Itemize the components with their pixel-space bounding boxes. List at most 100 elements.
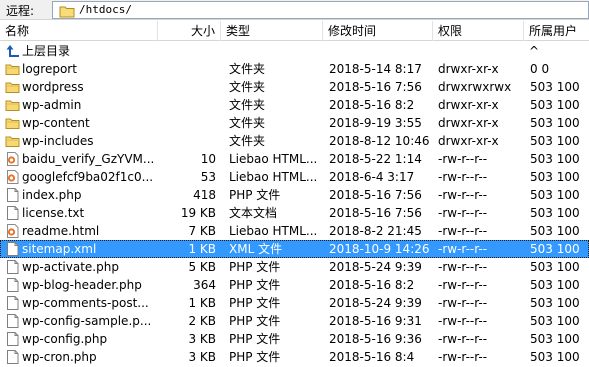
file-modified: 2018-5-14 8:17	[329, 62, 422, 76]
file-modified: 2018-5-16 8:4	[329, 350, 415, 364]
file-name: baidu_verify_GzYVM...	[22, 152, 155, 166]
file-size: 3 KB	[188, 332, 216, 346]
file-row[interactable]: wp-config.php 3 KB PHP 文件 2018-5-16 9:36 -rw…	[0, 330, 589, 348]
file-permissions: -rw-r--r--	[438, 188, 488, 202]
file-row[interactable]: readme.html 7 KB Liebao HTML... 2018-8-2 21…	[0, 222, 589, 240]
file-owner: 503 100	[530, 188, 580, 202]
file-row[interactable]: logreport 文件夹 2018-5-14 8:17 drwxr-xr-x 0 0	[0, 60, 589, 78]
remote-path-input[interactable]: /htdocs/	[52, 1, 589, 19]
file-size	[160, 132, 216, 150]
file-name: license.txt	[22, 206, 85, 220]
file-modified: 2018-5-16 7:56	[329, 80, 422, 94]
file-size: 19 KB	[180, 206, 216, 220]
file-row[interactable]: index.php 418 PHP 文件 2018-5-16 7:56 -rw-r--r…	[0, 186, 589, 204]
file-row[interactable]: wp-activate.php 5 KB PHP 文件 2018-5-24 9:39 -…	[0, 258, 589, 276]
file-size: 7 KB	[188, 224, 216, 238]
file-type: 文件夹	[229, 134, 266, 148]
file-permissions: -rw-r--r--	[438, 350, 488, 364]
file-owner: 503 100	[530, 332, 580, 346]
file-size	[160, 96, 216, 114]
file-row[interactable]: license.txt 19 KB 文本文档 2018-5-16 7:56 -rw-r-…	[0, 204, 589, 222]
file-name: wp-comments-post...	[22, 296, 149, 310]
file-modified: 2018-5-16 9:31	[329, 314, 422, 328]
file-size	[160, 60, 216, 78]
file-row[interactable]: wordpress 文件夹 2018-5-16 7:56 drwxrwxrwx 503 …	[0, 78, 589, 96]
file-permissions: drwxrwxrwx	[438, 80, 512, 94]
file-permissions: drwxr-xr-x	[438, 134, 499, 148]
file-name: wp-cron.php	[22, 350, 97, 364]
file-size: 1 KB	[188, 296, 216, 310]
file-type: XML 文件	[229, 242, 283, 256]
file-modified: 2018-10-9 14:26	[329, 242, 430, 256]
document-icon	[7, 332, 19, 346]
file-owner: 503 100	[530, 224, 580, 238]
file-name: wp-blog-header.php	[22, 278, 142, 292]
file-modified: 2018-5-16 7:56	[329, 206, 422, 220]
file-name: googlefcf9ba02f1c0...	[22, 170, 154, 184]
file-type: PHP 文件	[229, 260, 281, 274]
file-modified: 2018-5-16 8:2	[329, 278, 415, 292]
file-type: 文件夹	[229, 80, 266, 94]
file-name: sitemap.xml	[22, 242, 97, 256]
file-size: 1 KB	[188, 242, 216, 256]
file-row-selected[interactable]: sitemap.xml 1 KB XML 文件 2018-10-9 14:26 -rw-…	[0, 240, 589, 258]
file-type: PHP 文件	[229, 296, 281, 310]
file-list-header: 名称 大小 类型 修改时间 权限 所属用户 ^	[0, 21, 589, 58]
file-row[interactable]: wp-comments-post... 1 KB PHP 文件 2018-5-24 9…	[0, 294, 589, 312]
file-permissions: drwxr-xr-x	[438, 98, 499, 112]
file-modified: 2018-5-24 9:39	[329, 296, 422, 310]
file-owner: 503 100	[530, 206, 580, 220]
file-permissions: -rw-r--r--	[438, 296, 488, 310]
file-modified: 2018-8-12 10:46	[329, 134, 430, 148]
folder-icon	[5, 136, 20, 147]
file-permissions: drwxr-xr-x	[438, 116, 499, 130]
file-row[interactable]: wp-includes 文件夹 2018-8-12 10:46 drwxr-xr-x 5…	[0, 132, 589, 150]
remote-path-label: 远程:	[6, 4, 35, 18]
file-owner: 503 100	[530, 350, 580, 364]
file-name: wp-config-sample.p...	[22, 314, 152, 328]
file-size: 2 KB	[188, 314, 216, 328]
file-name: readme.html	[22, 224, 100, 238]
document-icon	[7, 296, 19, 310]
file-name: wordpress	[22, 80, 84, 94]
file-type: PHP 文件	[229, 332, 281, 346]
file-owner: 503 100	[530, 170, 580, 184]
file-type: 文本文档	[229, 206, 278, 220]
file-permissions: drwxr-xr-x	[438, 62, 499, 76]
parent-directory-label: 上层目录	[22, 44, 71, 58]
file-size: 3 KB	[188, 350, 216, 364]
file-row[interactable]: googlefcf9ba02f1c0... 53 Liebao HTML... 201…	[0, 168, 589, 186]
file-size	[160, 78, 216, 96]
file-owner: 503 100	[530, 314, 580, 328]
file-row[interactable]: wp-blog-header.php 364 PHP 文件 2018-5-16 8:2…	[0, 276, 589, 294]
file-owner: 503 100	[530, 278, 580, 292]
remote-path-bar: 远程: /htdocs/	[0, 0, 589, 20]
file-permissions: -rw-r--r--	[438, 332, 488, 346]
column-header-owner[interactable]: 所属用户 ^	[524, 21, 589, 58]
file-type: PHP 文件	[229, 188, 281, 202]
column-header-modified[interactable]: 修改时间	[323, 21, 433, 41]
column-header-type[interactable]: 类型	[221, 21, 323, 41]
file-row[interactable]: wp-content 文件夹 2018-9-19 3:55 drwxr-xr-x 503…	[0, 114, 589, 132]
html-file-icon	[7, 224, 19, 238]
file-owner: 503 100	[530, 134, 580, 148]
file-modified: 2018-6-4 3:17	[329, 170, 415, 184]
file-name: logreport	[22, 62, 77, 76]
html-file-icon	[7, 170, 19, 184]
file-size: 10	[200, 152, 216, 166]
file-row[interactable]: wp-cron.php 3 KB PHP 文件 2018-5-16 8:4 -rw-r-…	[0, 348, 589, 366]
file-row[interactable]: wp-admin 文件夹 2018-5-16 8:2 drwxr-xr-x 503 10…	[0, 96, 589, 114]
file-modified: 2018-9-19 3:55	[329, 116, 422, 130]
column-header-name[interactable]: 名称	[0, 21, 158, 41]
document-icon	[7, 206, 19, 220]
file-row[interactable]: baidu_verify_GzYVM... 10 Liebao HTML... 201…	[0, 150, 589, 168]
file-permissions: -rw-r--r--	[438, 260, 488, 274]
file-modified: 2018-5-16 7:56	[329, 188, 422, 202]
column-header-size[interactable]: 大小	[158, 21, 221, 41]
file-permissions: -rw-r--r--	[438, 314, 488, 328]
parent-directory-row[interactable]: 上层目录	[0, 42, 589, 60]
folder-icon	[59, 6, 75, 18]
file-row[interactable]: wp-config-sample.p... 2 KB PHP 文件 2018-5-16…	[0, 312, 589, 330]
column-header-permissions[interactable]: 权限	[433, 21, 524, 41]
file-type: PHP 文件	[229, 278, 281, 292]
